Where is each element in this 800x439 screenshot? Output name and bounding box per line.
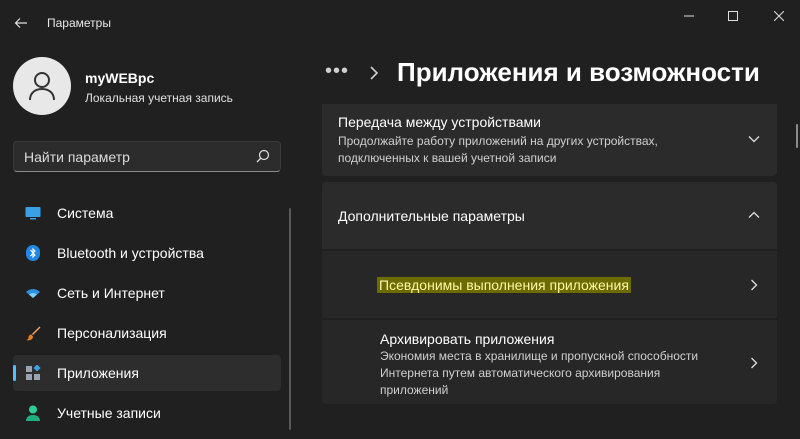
person-icon: [26, 405, 40, 421]
bluetooth-icon: [26, 245, 40, 261]
wifi-icon: [26, 289, 40, 298]
arrow-left-icon: [14, 18, 27, 28]
app-title: Параметры: [47, 16, 111, 30]
user-name: myWEBpc: [85, 70, 155, 86]
account-type: Локальная учетная запись: [85, 91, 233, 105]
sidebar-item-label: Система: [57, 205, 114, 221]
card-title: Архивировать приложения: [380, 331, 555, 347]
chevron-right-icon: [751, 279, 758, 291]
sidebar-item-label: Bluetooth и устройства: [57, 245, 204, 261]
sidebar-item-label: Учетные записи: [57, 405, 161, 421]
close-icon: [774, 11, 784, 21]
breadcrumb-chevron-icon: [370, 66, 379, 80]
sidebar-item-label: Персонализация: [57, 325, 167, 341]
sidebar-item-label: Сеть и Интернет: [57, 285, 165, 301]
breadcrumb-overflow-button[interactable]: •••: [325, 60, 349, 83]
card-title: Передача между устройствами: [338, 114, 541, 130]
person-outline-icon: [29, 72, 55, 101]
search-icon[interactable]: [256, 149, 270, 163]
title-bar: Параметры: [0, 0, 800, 46]
close-button[interactable]: [768, 8, 790, 24]
card-title: Дополнительные параметры: [338, 208, 525, 224]
minimize-button[interactable]: [678, 8, 700, 24]
card-description: Продолжайте работу приложений на других …: [338, 134, 658, 165]
avatar[interactable]: [13, 57, 71, 115]
chevron-down-icon[interactable]: [746, 131, 762, 147]
maximize-button[interactable]: [722, 8, 744, 24]
active-indicator: [13, 365, 16, 381]
apps-icon: [26, 365, 41, 380]
card-title: Псевдонимы выполнения приложения: [377, 277, 631, 293]
advanced-settings-card[interactable]: Дополнительные параметры: [322, 182, 777, 249]
archive-apps-item[interactable]: Архивировать приложения Экономия места в…: [322, 320, 777, 404]
maximize-icon: [728, 11, 738, 21]
sidebar-item-bluetooth[interactable]: Bluetooth и устройства: [13, 235, 281, 271]
sidebar-item-system[interactable]: Система: [13, 195, 281, 231]
monitor-icon: [25, 207, 41, 220]
sidebar-item-apps[interactable]: Приложения: [13, 355, 281, 391]
chevron-up-icon[interactable]: [746, 207, 762, 223]
page-title: Приложения и возможности: [397, 57, 760, 87]
search-box[interactable]: [13, 141, 281, 172]
main-scrollbar[interactable]: [796, 124, 798, 148]
chevron-right-icon: [751, 357, 758, 369]
sidebar-scrollbar[interactable]: [289, 208, 291, 430]
sidebar-item-label: Приложения: [57, 365, 139, 381]
sidebar-item-personalization[interactable]: Персонализация: [13, 315, 281, 351]
minimize-icon: [684, 15, 694, 17]
app-execution-aliases-item[interactable]: Псевдонимы выполнения приложения: [322, 251, 777, 318]
back-button[interactable]: [10, 12, 32, 34]
sidebar-item-accounts[interactable]: Учетные записи: [13, 395, 281, 431]
brush-icon: [26, 326, 41, 341]
card-description: Экономия места в хранилище и пропускной …: [380, 349, 699, 397]
sidebar-item-network[interactable]: Сеть и Интернет: [13, 275, 281, 311]
transfer-devices-card[interactable]: Передача между устройствами Продолжайте …: [322, 104, 777, 176]
search-input[interactable]: [24, 142, 244, 171]
